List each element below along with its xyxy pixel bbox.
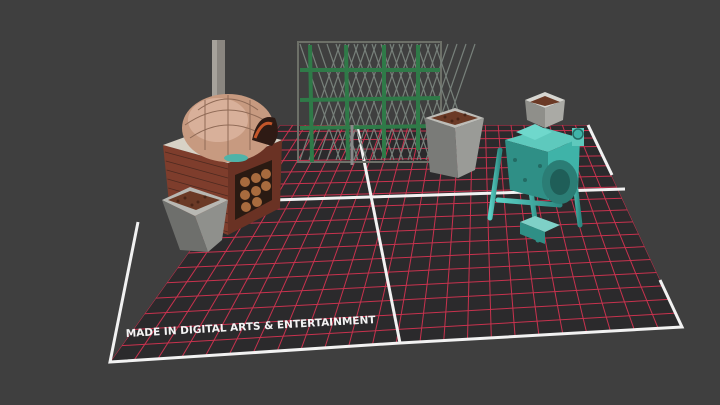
planter-left [162, 187, 228, 252]
viewport-3d[interactable]: MADE IN DIGITAL ARTS & ENTERTAINMENT [0, 0, 720, 405]
scene-canvas: MADE IN DIGITAL ARTS & ENTERTAINMENT [108, 40, 685, 364]
planter-right [425, 108, 484, 178]
